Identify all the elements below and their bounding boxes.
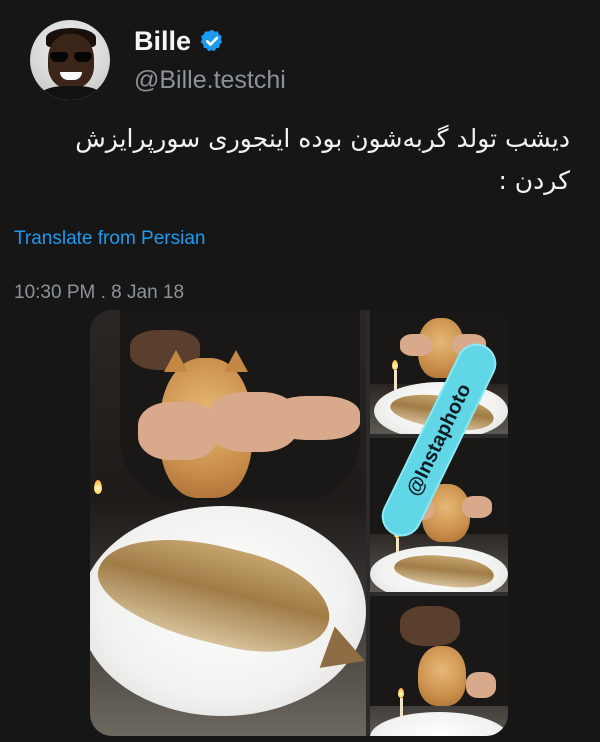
thumb3-kitten <box>418 646 466 706</box>
thumb2-hand-right <box>462 496 492 518</box>
thumb3-flame <box>398 688 404 698</box>
tweet-header: Bille @Bille.testchi <box>30 14 286 106</box>
display-name[interactable]: Bille <box>134 25 191 57</box>
translate-link[interactable]: Translate from Persian <box>14 226 205 252</box>
avatar-sunglasses <box>50 52 92 62</box>
tweet-text: دیشب تولد گربه‌شون بوده اینجوری سورپرایز… <box>30 118 570 202</box>
thumb1-hand-left <box>400 334 432 356</box>
thumb3-hand-right <box>466 672 496 698</box>
tweet-card: Bille @Bille.testchi دیشب تولد گربه‌شون … <box>0 0 600 742</box>
thumb3-plate <box>370 712 508 736</box>
avatar[interactable] <box>30 20 110 100</box>
candle-flame <box>94 480 102 494</box>
thumb1-flame <box>392 360 398 370</box>
media-thumb-3 <box>370 596 508 736</box>
media-main-photo <box>90 310 366 736</box>
tweet-text-line-2: کردن : <box>498 166 570 195</box>
forearm-right <box>270 396 360 440</box>
tweet-media-image[interactable] <box>90 310 508 736</box>
author-names: Bille @Bille.testchi <box>134 25 286 95</box>
avatar-shirt <box>38 86 104 100</box>
author-handle[interactable]: @Bille.testchi <box>134 65 286 95</box>
kitten-ear-left <box>164 350 188 372</box>
kitten-ear-right <box>224 350 248 372</box>
verified-badge-icon <box>200 29 223 52</box>
tweet-text-line-1: دیشب تولد گربه‌شون بوده اینجوری سورپرایز… <box>75 124 570 153</box>
thumb3-hair <box>400 606 460 646</box>
display-name-row: Bille <box>134 25 286 57</box>
hand-left <box>138 402 218 460</box>
tweet-timestamp[interactable]: 10:30 PM . 8 Jan 18 <box>14 280 184 306</box>
